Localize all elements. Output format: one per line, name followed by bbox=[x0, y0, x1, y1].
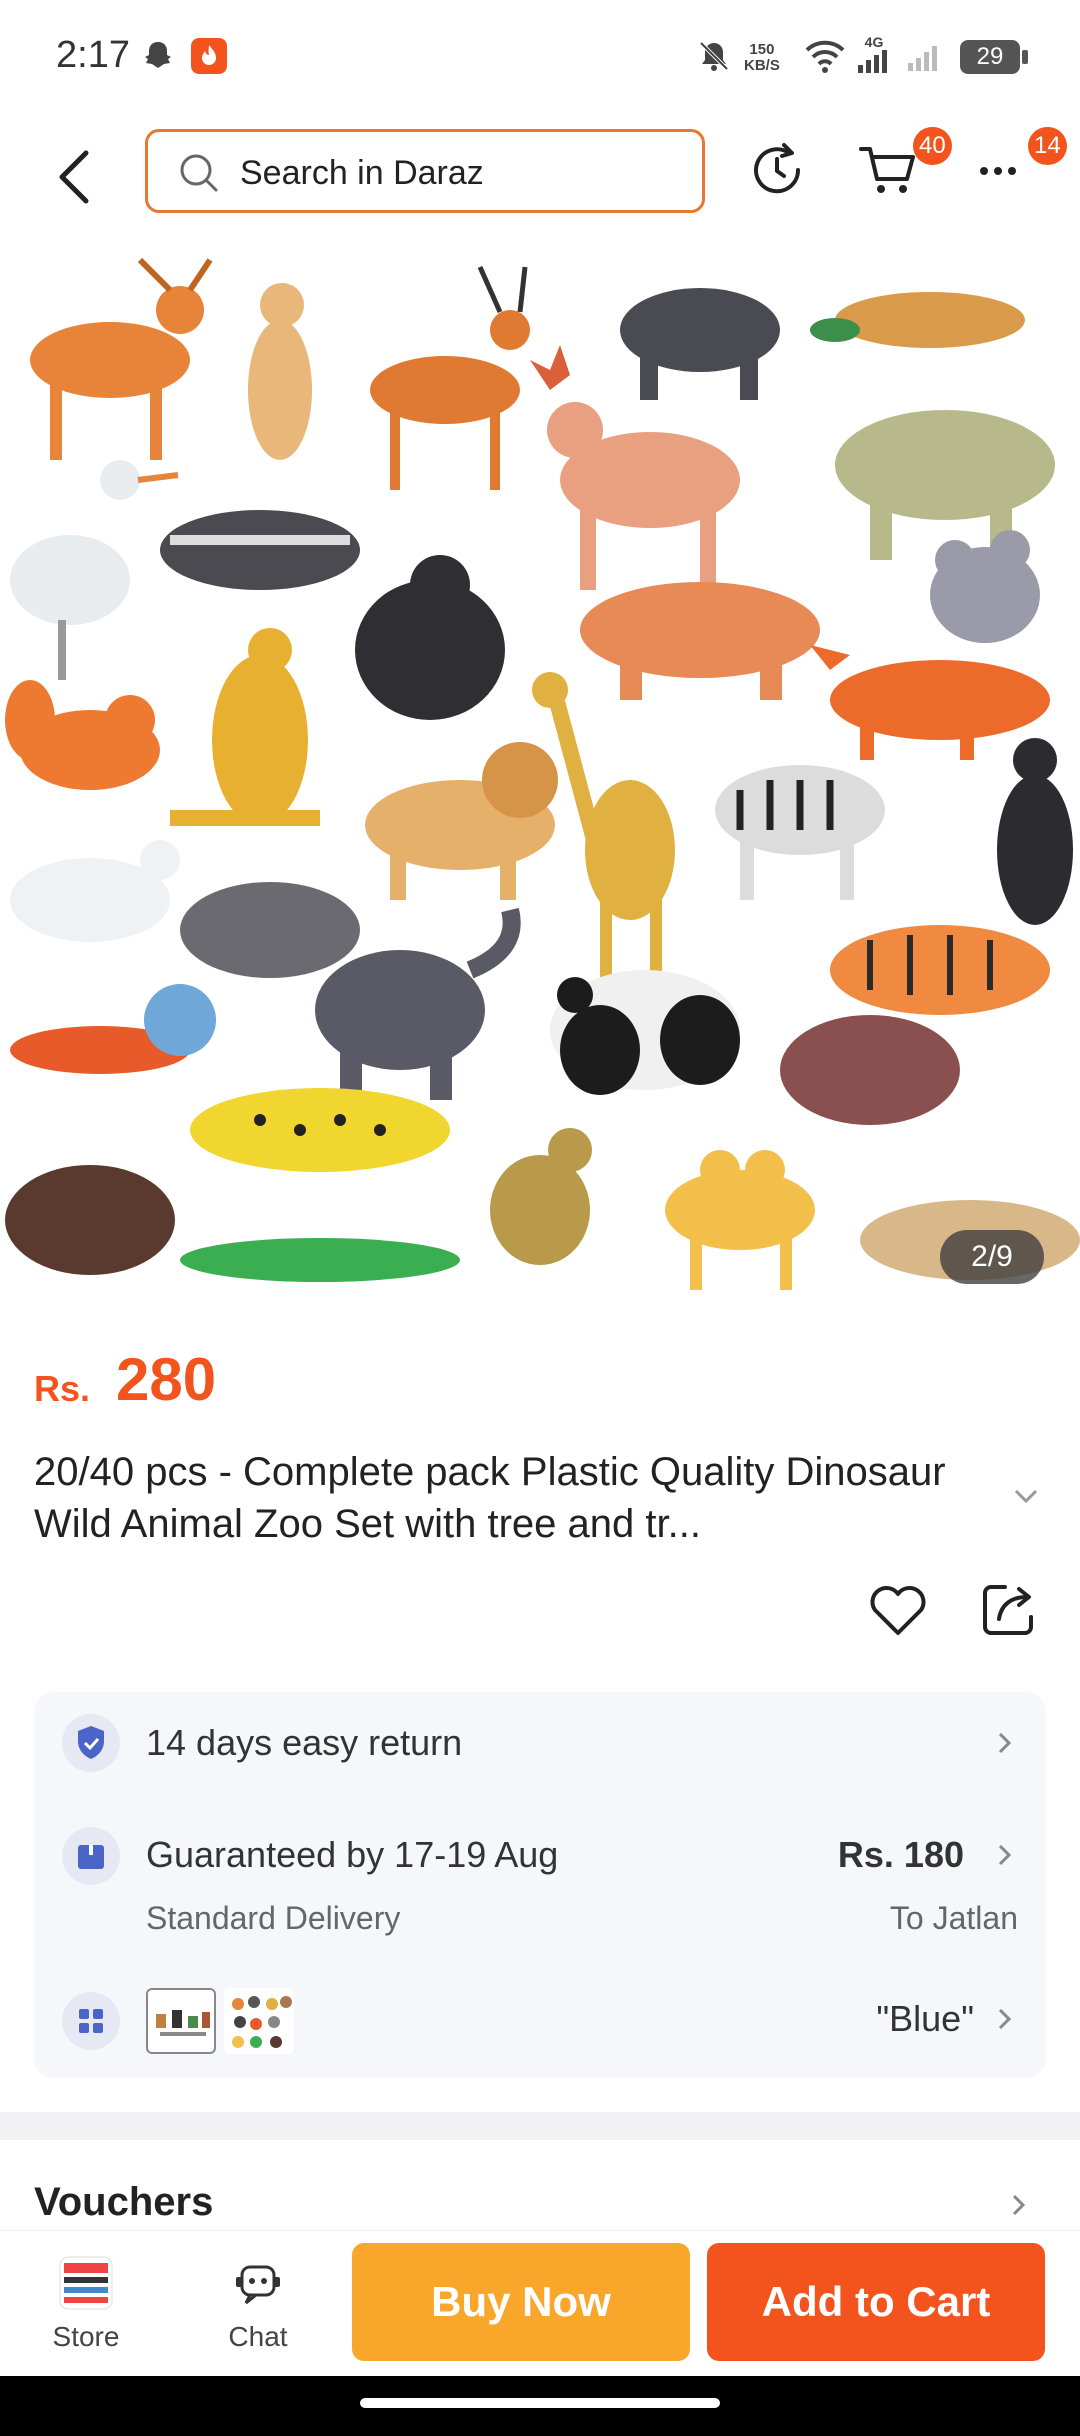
selected-variant[interactable]: "Blue" bbox=[794, 1998, 974, 2040]
status-time: 2:17 bbox=[56, 34, 130, 76]
service-info-card: 14 days easy return Guaranteed by 17-19 … bbox=[34, 1692, 1046, 2078]
echidna-figure bbox=[180, 882, 360, 978]
tapir-figure bbox=[620, 288, 780, 400]
system-nav-bar bbox=[0, 2376, 1080, 2436]
chat-button[interactable]: Chat bbox=[198, 2249, 318, 2359]
fox-figure bbox=[810, 645, 1050, 760]
chevron-right-icon[interactable] bbox=[994, 1728, 1014, 1758]
wifi-icon bbox=[804, 36, 846, 76]
add-to-cart-button[interactable]: Add to Cart bbox=[707, 2243, 1045, 2361]
search-icon bbox=[180, 154, 218, 192]
store-label: Store bbox=[52, 2321, 120, 2352]
deer-figure bbox=[30, 257, 213, 460]
panda-figure bbox=[550, 970, 740, 1095]
product-title[interactable]: 20/40 pcs - Complete pack Plastic Qualit… bbox=[34, 1446, 994, 1550]
frilled-lizard-figure bbox=[10, 984, 216, 1074]
honey-badger-figure bbox=[160, 510, 360, 590]
animal-figures-image bbox=[5, 257, 1080, 1290]
back-button[interactable] bbox=[52, 147, 96, 207]
variant-grid-icon bbox=[62, 1992, 120, 2050]
polar-bear-figure bbox=[10, 840, 180, 942]
delivery-location: To Jatlan bbox=[889, 1900, 1018, 1936]
app-notification-icon bbox=[190, 36, 228, 76]
hippo-figure bbox=[580, 582, 820, 700]
search-bar[interactable]: Search in Daraz bbox=[145, 129, 705, 213]
home-gesture-handle[interactable] bbox=[360, 2398, 720, 2408]
variant-thumbnail-2[interactable] bbox=[224, 1988, 294, 2054]
kangaroo-figure bbox=[170, 628, 320, 826]
chevron-down-icon[interactable] bbox=[1012, 1486, 1040, 1506]
more-count-badge: 14 bbox=[1028, 127, 1067, 165]
section-divider bbox=[0, 2112, 1080, 2140]
vouchers-heading[interactable]: Vouchers bbox=[34, 2180, 213, 2225]
shield-check-icon bbox=[62, 1714, 120, 1772]
top-header: Search in Daraz 40 14 bbox=[0, 115, 1080, 245]
crocodile-figure bbox=[180, 1238, 460, 1282]
cell-signal-2-icon bbox=[906, 36, 946, 76]
antelope-figure bbox=[370, 265, 530, 490]
chevron-right-icon[interactable] bbox=[994, 2004, 1014, 2034]
bison-figure bbox=[5, 1165, 175, 1275]
meerkat-figure bbox=[248, 283, 312, 460]
chevron-right-icon[interactable] bbox=[1008, 2190, 1028, 2220]
battery-indicator: 29 bbox=[960, 40, 1028, 74]
more-menu-button[interactable]: 14 bbox=[972, 127, 1067, 205]
history-button[interactable] bbox=[742, 135, 812, 205]
heart-icon bbox=[870, 1586, 926, 1635]
cell-signal-4g: 4G bbox=[856, 34, 892, 74]
tiger-figure bbox=[830, 925, 1050, 1015]
platypus-figure bbox=[810, 292, 1025, 348]
product-price: 280 bbox=[116, 1346, 217, 1413]
search-placeholder: Search in Daraz bbox=[240, 154, 484, 192]
return-policy-text[interactable]: 14 days easy return bbox=[146, 1722, 462, 1764]
delivery-guarantee-text[interactable]: Guaranteed by 17-19 Aug bbox=[146, 1834, 558, 1876]
cart-count-badge: 40 bbox=[913, 127, 952, 165]
chevron-left-icon bbox=[59, 150, 89, 204]
leopard-figure bbox=[190, 1088, 450, 1172]
image-counter: 2/9 bbox=[940, 1230, 1044, 1284]
chevron-right-icon[interactable] bbox=[994, 1840, 1014, 1870]
brown-bear-figure bbox=[780, 1015, 960, 1125]
snapchat-icon bbox=[140, 36, 176, 76]
store-logo-icon bbox=[59, 2256, 113, 2310]
koala-figure bbox=[930, 530, 1040, 643]
lion-figure bbox=[365, 742, 558, 900]
status-bar: 2:17 150 KB/S 4G 29 bbox=[0, 0, 1080, 115]
squirrel-figure bbox=[5, 680, 160, 790]
zebra-figure bbox=[715, 765, 885, 900]
delivery-fee: Rs. 180 bbox=[837, 1834, 964, 1875]
store-button[interactable]: Store bbox=[26, 2249, 146, 2359]
wishlist-button[interactable] bbox=[865, 1577, 931, 1643]
buy-now-button[interactable]: Buy Now bbox=[352, 2243, 690, 2361]
bear-standing-figure bbox=[997, 738, 1073, 925]
net-speed: 150 KB/S bbox=[744, 41, 780, 74]
product-image-gallery[interactable] bbox=[0, 250, 1080, 1305]
monkey-figure bbox=[490, 1128, 592, 1265]
stork-figure bbox=[10, 460, 179, 680]
gorilla-figure bbox=[355, 555, 505, 720]
share-icon bbox=[983, 1585, 1033, 1635]
refresh-clock-icon bbox=[754, 143, 801, 194]
chat-bot-icon bbox=[236, 2265, 280, 2305]
chat-label: Chat bbox=[228, 2321, 288, 2352]
mute-bell-icon bbox=[696, 36, 732, 76]
camel-figure bbox=[665, 1150, 815, 1290]
delivery-type-text: Standard Delivery bbox=[146, 1900, 401, 1936]
share-button[interactable] bbox=[975, 1577, 1041, 1643]
bottom-action-bar: Store Chat Buy Now Add to Cart bbox=[0, 2230, 1080, 2376]
moose-figure bbox=[530, 345, 740, 590]
variant-thumbnail-1[interactable] bbox=[146, 1988, 216, 2054]
more-dots-icon bbox=[980, 167, 1016, 175]
price-currency: Rs. bbox=[34, 1368, 91, 1409]
delivery-box-icon bbox=[62, 1827, 120, 1885]
cart-button[interactable]: 40 bbox=[855, 127, 952, 205]
